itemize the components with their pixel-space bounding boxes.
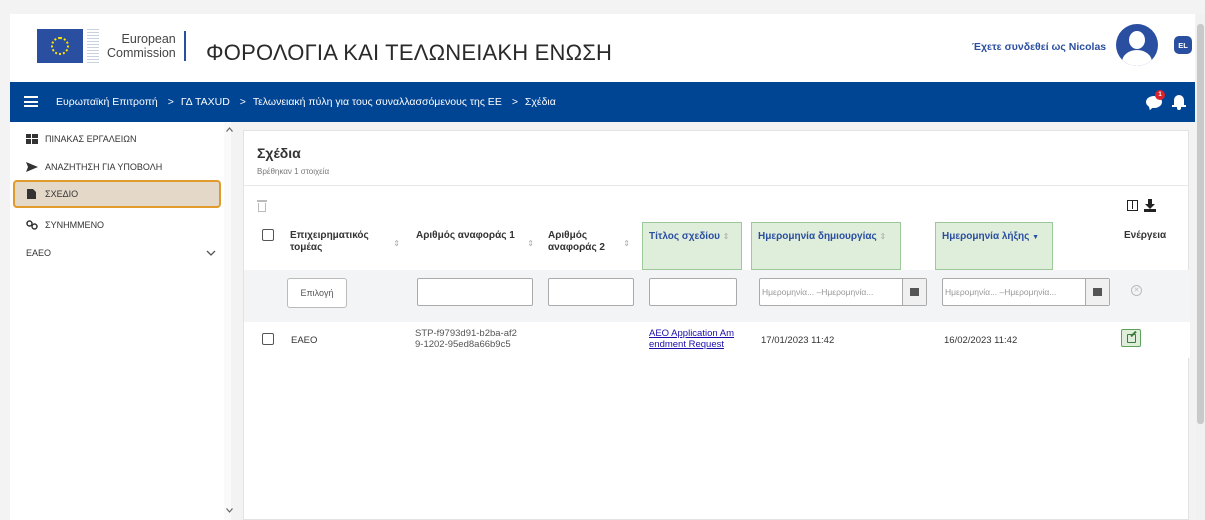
sidebar-item-label: ΣΧΕΔΙΟ [45, 189, 79, 199]
title-filter-input[interactable] [649, 278, 737, 306]
page-header-card: Σχέδια Βρέθηκαν 1 στοιχεία [243, 130, 1189, 185]
sidebar-item-label: ΑΝΑΖΗΤΗΣΗ ΓΙΑ ΥΠΟΒΟΛΗ [45, 162, 163, 172]
sort-icon: ⇕ [623, 239, 630, 248]
clear-filters-icon[interactable]: ✕ [1131, 285, 1142, 296]
breadcrumb: Ευρωπαϊκή Επιτροπή > ΓΔ TAXUD > Τελωνειακή… [56, 96, 556, 108]
sidebar-item-search-submission[interactable]: ΑΝΑΖΗΤΗΣΗ ΓΙΑ ΥΠΟΒΟΛΗ [26, 162, 162, 172]
column-header-draft-title[interactable]: Τίτλος σχεδίου ⇕ [642, 222, 742, 270]
edit-button[interactable] [1121, 329, 1141, 347]
select-all-checkbox[interactable] [262, 229, 274, 241]
column-header-expires[interactable]: Ημερομηνία λήξης ▼ [935, 222, 1053, 270]
send-icon [26, 162, 38, 172]
scroll-down-icon[interactable] [226, 506, 233, 515]
sort-icon: ⇕ [722, 232, 730, 241]
ref1-filter-input[interactable] [417, 278, 533, 306]
cell-created: 17/01/2023 11:42 [761, 335, 835, 346]
columns-icon[interactable] [1127, 200, 1138, 211]
org-line1: European [121, 32, 176, 46]
bell-icon[interactable] [1172, 94, 1186, 110]
sort-desc-icon: ▼ [1032, 234, 1040, 241]
eu-flag-icon [37, 29, 83, 63]
menu-icon[interactable] [24, 96, 38, 107]
drafts-table-card: Επιχειρηματικός τομέας ⇕ Αριθμός αναφορά… [243, 185, 1190, 520]
notification-badge: 1 [1155, 90, 1165, 100]
sidebar-scrollbar[interactable] [224, 122, 231, 520]
column-header-business-domain[interactable]: Επιχειρηματικός τομέας ⇕ [284, 222, 404, 270]
cell-ref1: STP-f9793d91-b2ba-af2 9-1202-95ed8a66b9c… [415, 328, 517, 350]
row-checkbox[interactable] [262, 333, 274, 345]
sidebar-item-dashboard[interactable]: ΠΙΝΑΚΑΣ ΕΡΓΑΛΕΙΩΝ [26, 134, 136, 144]
org-line2: Commission [107, 46, 176, 60]
site-header: European Commission ΦΟΡΟΛΟΓΙΑ ΚΑΙ ΤΕΛΩΝΕ… [10, 14, 1195, 82]
language-selector[interactable]: EL [1174, 36, 1192, 54]
sidebar-item-draft[interactable]: ΣΧΕΔΙΟ [26, 189, 78, 199]
created-date-range-input[interactable]: Ημερομηνία... –Ημερομηνία... [759, 278, 927, 306]
link-icon [26, 220, 38, 230]
sidebar-item-attachment[interactable]: ΣΥΝΗΜΜΕΝΟ [26, 220, 104, 230]
sidebar-item-label: ΠΙΝΑΚΑΣ ΕΡΓΑΛΕΙΩΝ [45, 134, 137, 144]
document-icon [26, 189, 38, 199]
sidebar-item-label: ΣΥΝΗΜΜΕΝΟ [45, 220, 105, 230]
breadcrumb-item-commission[interactable]: Ευρωπαϊκή Επιτροπή [56, 96, 158, 108]
scroll-up-icon[interactable] [226, 125, 233, 134]
calendar-icon[interactable] [1085, 279, 1109, 305]
sort-icon: ⇕ [393, 239, 400, 248]
sort-icon: ⇕ [527, 239, 534, 248]
breadcrumb-item-portal[interactable]: Τελωνειακή πύλη για τους συναλλασσόμενου… [253, 96, 502, 108]
logged-in-text: Έχετε συνδεθεί ως Nicolas [972, 41, 1107, 53]
column-header-ref2[interactable]: Αριθμός αναφοράς 2 ⇕ [542, 222, 634, 270]
user-avatar[interactable] [1116, 24, 1158, 66]
column-header-created[interactable]: Ημερομηνία δημιουργίας ⇕ [751, 222, 901, 270]
cell-business-domain: EAEO [291, 335, 318, 346]
breadcrumb-item-drafts: Σχέδια [524, 96, 556, 108]
trash-icon[interactable] [257, 200, 267, 212]
calendar-icon[interactable] [902, 279, 926, 305]
business-domain-select[interactable]: Επιλογή [287, 278, 347, 308]
download-icon[interactable] [1144, 199, 1156, 212]
page-title: Σχέδια [257, 145, 301, 161]
dashboard-icon [26, 134, 38, 144]
expiry-date-range-input[interactable]: Ημερομηνία... –Ημερομηνία... [942, 278, 1110, 306]
breadcrumb-item-taxud[interactable]: ΓΔ TAXUD [181, 96, 230, 108]
sort-icon: ⇕ [879, 232, 887, 241]
sidebar-item-label: EAEO [26, 248, 52, 258]
site-title: ΦΟΡΟΛΟΓΙΑ ΚΑΙ ΤΕΛΩΝΕΙΑΚΗ ΕΝΩΣΗ [206, 40, 613, 65]
chevron-down-icon [206, 248, 216, 258]
european-commission-logo[interactable]: European Commission [37, 24, 186, 68]
page-scrollbar[interactable] [1196, 14, 1205, 520]
sidebar-item-eaeo[interactable]: EAEO [26, 248, 216, 258]
cell-expires: 16/02/2023 11:42 [944, 335, 1018, 346]
nav-bar: Ευρωπαϊκή Επιτροπή > ΓΔ TAXUD > Τελωνειακή… [10, 82, 1195, 122]
column-header-action: Ενέργεια [1124, 230, 1167, 241]
results-count: Βρέθηκαν 1 στοιχεία [257, 167, 330, 176]
ref2-filter-input[interactable] [548, 278, 634, 306]
sidebar: ΠΙΝΑΚΑΣ ΕΡΓΑΛΕΙΩΝ ΑΝΑΖΗΤΗΣΗ ΓΙΑ ΥΠΟΒΟΛΗ … [10, 122, 233, 520]
edit-icon [1126, 333, 1136, 343]
draft-title-link[interactable]: AEO Application Am endment Request [649, 328, 734, 350]
column-header-ref1[interactable]: Αριθμός αναφοράς 1 ⇕ [410, 222, 538, 270]
